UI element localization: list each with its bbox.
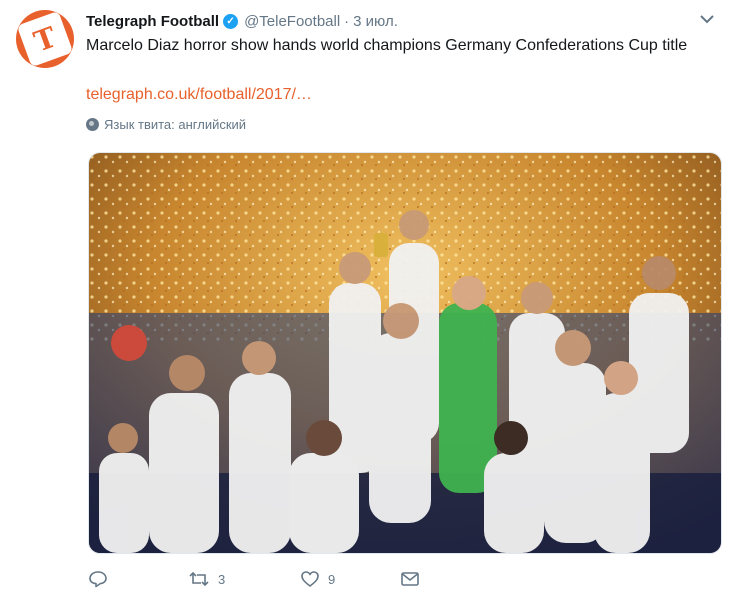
direct-message-button[interactable] [400,571,420,587]
retweet-count: 3 [218,571,226,587]
tweet-language-label: Язык твита: английский [104,117,247,132]
tweet-actions: 3 9 [88,568,420,590]
retweet-icon [189,571,209,587]
display-name[interactable]: Telegraph Football [86,13,219,30]
avatar[interactable]: T [16,10,74,68]
envelope-icon [401,572,419,586]
tweet-text: Marcelo Diaz horror show hands world cha… [86,37,688,54]
like-count: 9 [328,571,336,587]
reply-icon [89,571,107,588]
telegraph-logo-icon: T [16,10,74,68]
tweet-language: Язык твита: английский [86,117,246,132]
globe-icon [86,118,99,131]
retweet-button[interactable]: 3 [188,570,300,588]
tweet-photo[interactable] [88,152,722,554]
tweet-timestamp[interactable]: 3 июл. [353,13,398,30]
like-button[interactable]: 9 [300,570,400,588]
heart-icon [301,571,319,587]
chevron-down-icon[interactable] [698,12,716,26]
reply-button[interactable] [88,570,188,588]
separator-dot: · [344,12,350,30]
tweet-photo-image [89,153,721,553]
tweet-link[interactable]: telegraph.co.uk/football/2017/… [86,84,312,106]
tweet-header: Telegraph Football ✓ @TeleFootball · 3 и… [86,10,398,32]
user-handle[interactable]: @TeleFootball [244,13,340,30]
verified-badge-icon: ✓ [223,13,239,29]
